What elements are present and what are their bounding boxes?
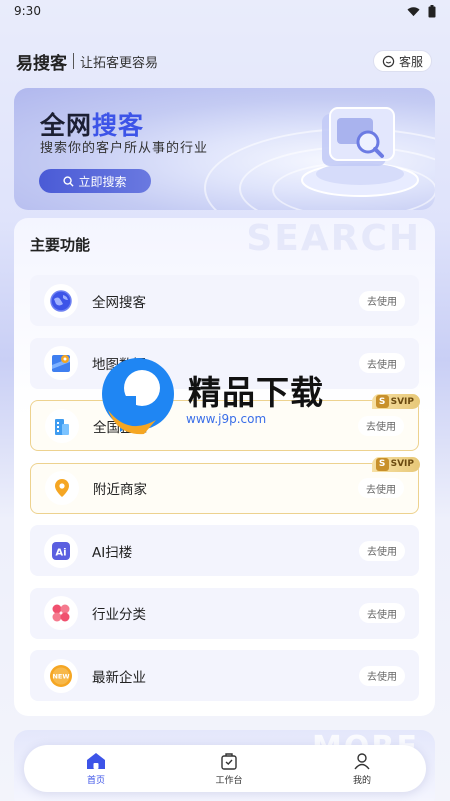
use-button[interactable]: 去使用 [359, 353, 405, 373]
status-time: 9:30 [14, 4, 41, 18]
use-button[interactable]: 去使用 [359, 603, 405, 623]
svg-text:Ai: Ai [55, 547, 66, 558]
feature-item-web-search[interactable]: 全网搜客 去使用 [30, 275, 419, 326]
search-banner[interactable]: 全网搜客 搜索你的客户所从事的行业 立即搜索 [14, 88, 435, 210]
feature-label: 全网搜客 [92, 294, 146, 311]
brand: 易搜客 让拓客更容易 [16, 49, 158, 74]
customer-service-button[interactable]: 客服 [372, 50, 432, 72]
feature-label: 附近商家 [93, 482, 147, 498]
status-icons [407, 4, 436, 18]
tab-workbench-label: 工作台 [215, 775, 243, 786]
banner-title-part2: 搜客 [92, 111, 145, 140]
feature-item-industry-category[interactable]: 行业分类 去使用 [30, 587, 419, 639]
map-pin-icon [44, 346, 78, 380]
svip-label: SVIP [390, 396, 414, 407]
ai-icon: Ai [44, 533, 78, 568]
feature-label: AI扫楼 [92, 544, 133, 561]
section-title: 主要功能 [30, 236, 91, 254]
watermark-url: www.j9p.com [186, 412, 267, 426]
use-button[interactable]: 去使用 [358, 415, 404, 436]
banner-title-part1: 全网 [40, 111, 93, 140]
feature-item-new-companies[interactable]: NEW 最新企业 去使用 [30, 650, 419, 701]
wifi-icon [407, 6, 420, 16]
briefcase-icon [221, 752, 237, 770]
brand-slogan: 让拓客更容易 [80, 55, 159, 71]
app-header: 易搜客 让拓客更容易 客服 [16, 48, 432, 74]
home-icon [87, 752, 105, 769]
customer-service-label: 客服 [398, 54, 423, 69]
svip-badge: S SVIP [371, 456, 420, 472]
brand-name: 易搜客 [16, 53, 67, 74]
tab-profile[interactable]: 我的 [342, 752, 382, 786]
svip-label: SVIP [390, 459, 414, 469]
feature-label: 行业分类 [92, 607, 146, 623]
svip-badge: S SVIP [371, 394, 420, 409]
use-button[interactable]: 去使用 [359, 665, 405, 686]
bottom-tab-bar: 首页 工作台 我的 [24, 745, 426, 792]
feature-item-nearby-merchants[interactable]: S SVIP 附近商家 去使用 [30, 456, 420, 514]
search-icon [63, 175, 75, 187]
main-features-card: SEARCH 主要功能 全网搜客 去使用 地图数据 去使用 SSVIP 全国企业… [14, 218, 435, 716]
tab-home[interactable]: 首页 [76, 752, 116, 786]
tab-workbench[interactable]: 工作台 [209, 752, 249, 786]
search-watermark: SEARCH [246, 218, 421, 259]
tab-profile-label: 我的 [352, 775, 371, 786]
battery-icon [428, 4, 436, 17]
search-now-label: 立即搜索 [78, 174, 127, 189]
use-button[interactable]: 去使用 [359, 540, 405, 561]
svg-text:NEW: NEW [52, 672, 69, 680]
feature-item-ai-scan[interactable]: Ai AI扫楼 去使用 [30, 525, 419, 576]
chat-bubble-icon [382, 55, 395, 67]
search-now-button[interactable]: 立即搜索 [39, 169, 151, 193]
user-icon [354, 752, 370, 769]
watermark-text: 精品下载 [188, 373, 324, 412]
building-icon [45, 408, 79, 443]
tab-home-label: 首页 [86, 775, 105, 786]
svip-s-icon: S [375, 457, 389, 471]
svip-s-icon: S [375, 395, 389, 408]
use-button[interactable]: 去使用 [359, 290, 405, 311]
feature-list: 全网搜客 去使用 地图数据 去使用 SSVIP 全国企业 去使用 SSVIP 附… [30, 275, 420, 713]
search-illustration [301, 107, 419, 197]
brand-divider [73, 53, 74, 69]
status-bar: 9:30 [0, 0, 450, 22]
use-button[interactable]: 去使用 [358, 478, 404, 498]
category-icon [44, 596, 78, 630]
location-icon [45, 471, 79, 505]
banner-subtitle: 搜索你的客户所从事的行业 [40, 141, 209, 156]
globe-icon [44, 283, 78, 318]
new-icon: NEW [44, 658, 78, 693]
feature-label: 最新企业 [92, 669, 146, 686]
